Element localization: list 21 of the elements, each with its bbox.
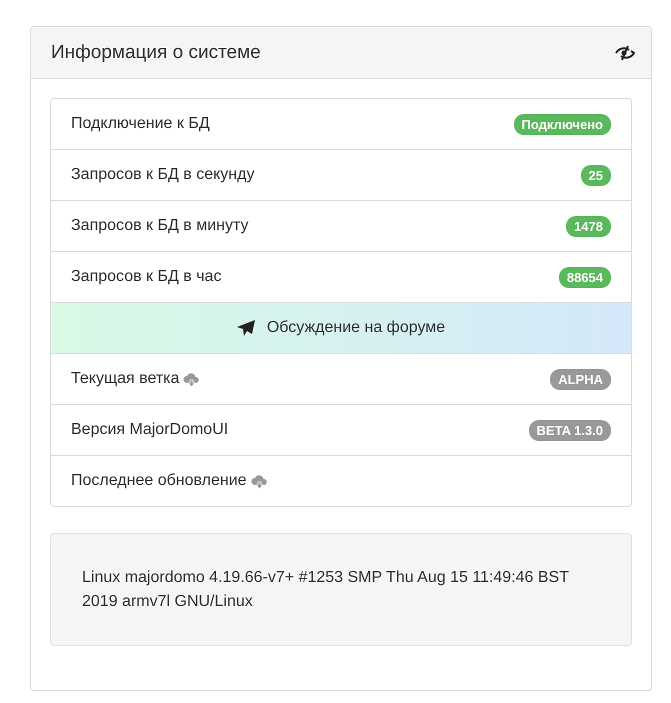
- status-badge: BETA 1.3.0: [528, 420, 611, 440]
- row-label: Версия MajorDomoUI: [71, 421, 228, 439]
- forum-link[interactable]: Обсуждение на форуме: [51, 302, 631, 353]
- paper-plane-icon: [236, 320, 255, 336]
- row-label: Запросов к БД в час: [71, 268, 222, 286]
- row-label: Запросов к БД в секунду: [71, 166, 254, 184]
- status-badge: 25: [580, 164, 611, 186]
- row-label: Подключение к БД: [71, 115, 210, 133]
- status-badge: 1478: [566, 216, 611, 236]
- status-badge: Подключено: [514, 114, 611, 134]
- panel-title: Информация о системе: [51, 42, 261, 64]
- status-badge: ALPHA: [550, 368, 611, 390]
- forum-link-text[interactable]: Обсуждение на форуме: [266, 319, 446, 337]
- status-badge: 88654: [558, 266, 611, 288]
- cloud-download-icon: [250, 474, 268, 488]
- row-label: Запросов к БД в минуту: [71, 217, 248, 235]
- cloud-download-icon: [183, 372, 200, 386]
- row-label: Текущая ветка: [71, 370, 180, 388]
- system-info-text: Linux majordomo 4.19.66-v7+ #1253 SMP Thu Aug 15 11:49:46 BST 2019 armv7l GNU/Linux: [82, 569, 569, 610]
- eye-slash-icon[interactable]: [615, 44, 635, 60]
- row-label: Последнее обновление: [71, 472, 247, 490]
